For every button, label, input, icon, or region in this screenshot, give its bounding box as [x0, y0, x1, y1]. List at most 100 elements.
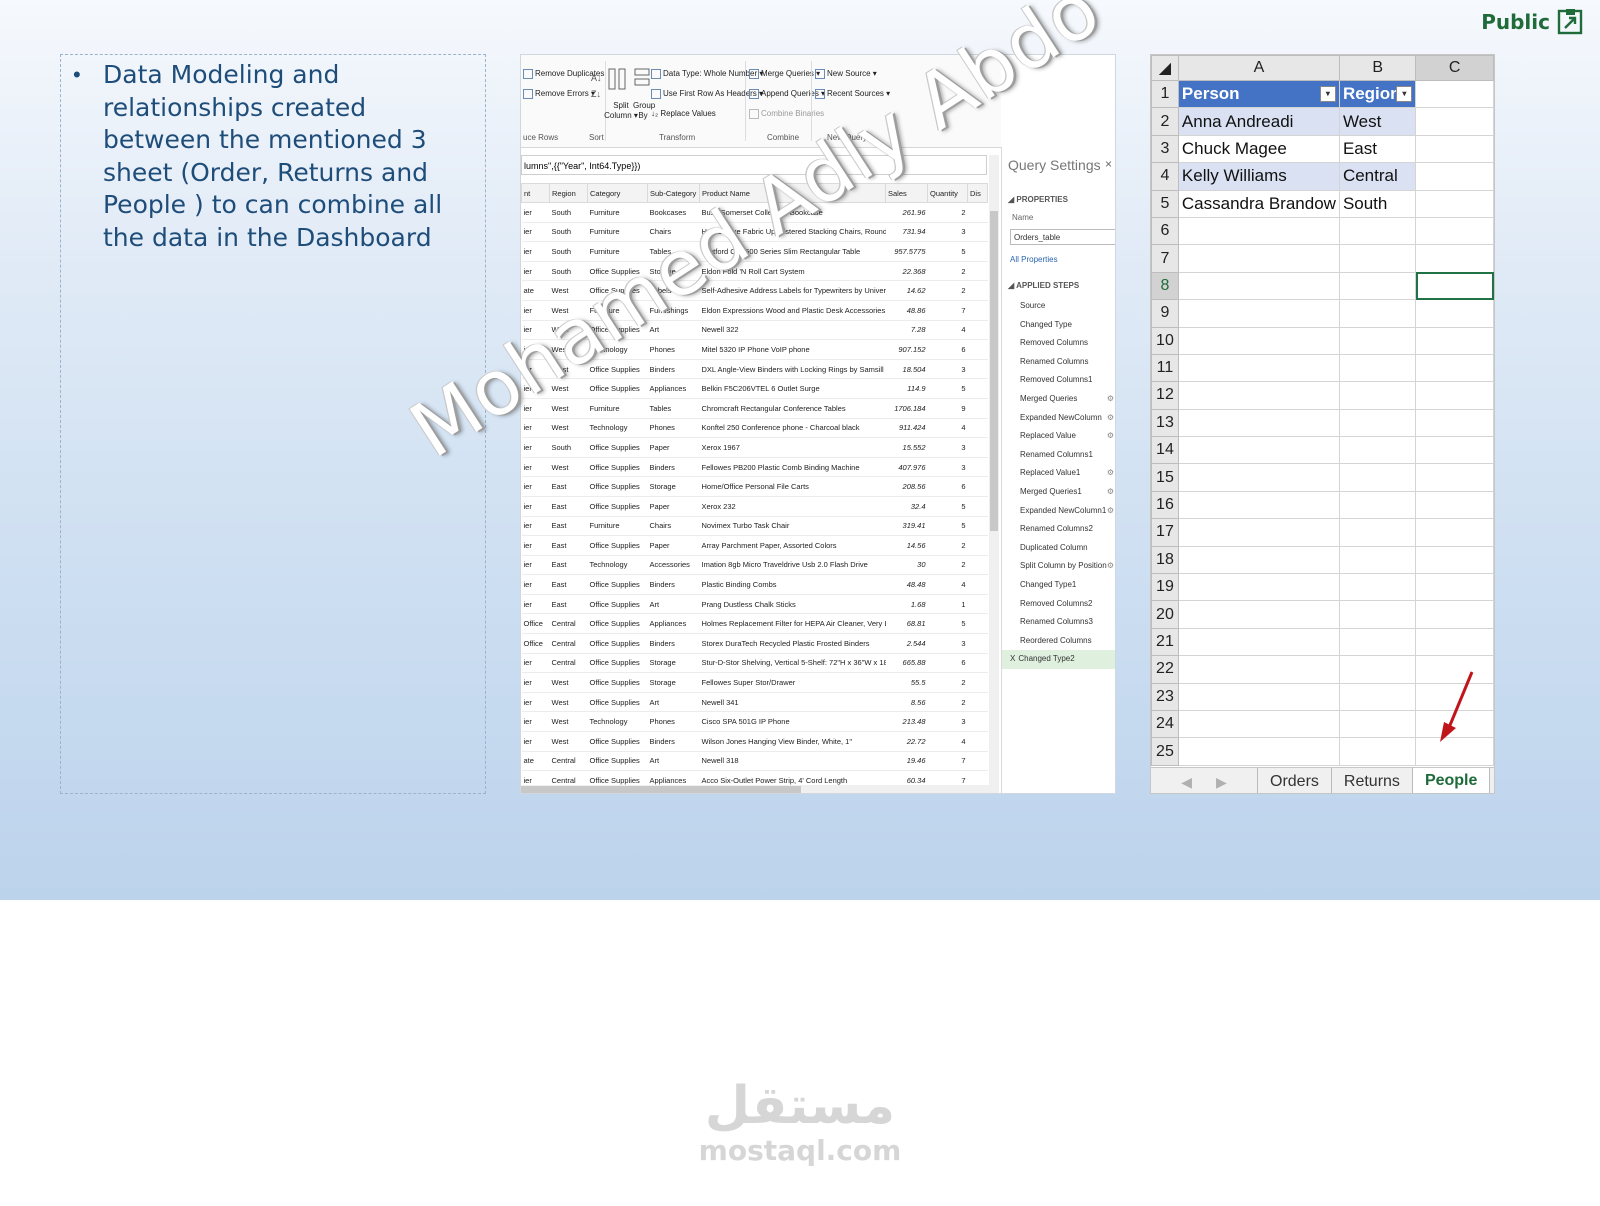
table-cell[interactable]: Binders	[647, 731, 700, 752]
table-cell[interactable]: Newell 318	[699, 751, 886, 772]
table-cell[interactable]: Office Supplies	[587, 672, 648, 693]
table-cell[interactable]: ate	[521, 751, 550, 772]
table-cell[interactable]: 14.62	[885, 280, 928, 301]
table-cell[interactable]: Array Parchment Paper, Assorted Colors	[699, 535, 886, 556]
table-cell[interactable]: 5	[927, 496, 968, 517]
sort-ascending-icon[interactable]: A↓	[591, 73, 602, 83]
applied-step[interactable]: Changed Type1	[1002, 576, 1115, 595]
table-cell[interactable]: East	[549, 476, 588, 497]
row-header[interactable]: 13	[1151, 408, 1179, 438]
gear-icon[interactable]: ⚙	[1107, 390, 1114, 409]
table-cell[interactable]: Office Supplies	[587, 692, 648, 713]
table-cell[interactable]: Fellowes Super Stor/Drawer	[699, 672, 886, 693]
cell[interactable]	[1177, 381, 1340, 410]
table-cell[interactable]	[967, 751, 988, 772]
scroll-left-icon[interactable]: ◀	[1181, 774, 1192, 791]
select-all-corner[interactable]: ◢	[1151, 55, 1179, 81]
close-icon[interactable]: ×	[1105, 157, 1112, 171]
table-cell[interactable]: 2	[927, 692, 968, 713]
cell[interactable]: Kelly Williams	[1177, 162, 1340, 191]
cell[interactable]	[1415, 573, 1494, 602]
cell[interactable]	[1177, 545, 1340, 575]
table-cell[interactable]	[967, 359, 988, 380]
cell[interactable]: South	[1338, 189, 1417, 218]
table-cell[interactable]: Art	[647, 751, 700, 772]
table-cell[interactable]: 3	[927, 359, 968, 380]
cell[interactable]	[1177, 655, 1340, 684]
table-cell[interactable]: ier	[521, 516, 550, 537]
row-header[interactable]: 15	[1151, 463, 1179, 492]
table-cell[interactable]: Central	[549, 751, 588, 772]
table-cell[interactable]: 9	[927, 398, 968, 419]
table-cell[interactable]: Central	[549, 633, 588, 654]
table-cell[interactable]: East	[549, 496, 588, 517]
applied-step[interactable]: Removed Columns	[1002, 334, 1115, 353]
table-cell[interactable]	[967, 300, 988, 321]
scroll-thumb[interactable]	[990, 211, 998, 531]
cell[interactable]	[1338, 299, 1417, 328]
cell[interactable]	[1177, 436, 1340, 465]
table-cell[interactable]: 6	[927, 476, 968, 497]
cell[interactable]	[1338, 463, 1417, 492]
cell[interactable]	[1415, 545, 1494, 575]
column-header-a[interactable]: A	[1177, 55, 1340, 81]
table-cell[interactable]: South	[549, 202, 588, 223]
table-cell[interactable]: Imation 8gb Micro Traveldrive Usb 2.0 Fl…	[699, 555, 886, 576]
table-cell[interactable]: Home/Office Personal File Carts	[699, 476, 886, 497]
gear-icon[interactable]: ⚙	[1107, 502, 1114, 521]
table-cell[interactable]: ier	[521, 241, 550, 262]
table-cell[interactable]	[967, 594, 988, 615]
applied-step[interactable]: X Changed Type2	[1002, 650, 1115, 669]
cell[interactable]	[1415, 627, 1494, 657]
row-header[interactable]: 17	[1151, 518, 1179, 547]
table-row[interactable]: ier East Office Supplies Paper Xerox 232 32.4…	[521, 496, 988, 517]
row-header[interactable]: 1	[1151, 79, 1179, 109]
cell[interactable]	[1415, 463, 1494, 492]
table-cell[interactable]: Novimex Turbo Task Chair	[699, 516, 886, 537]
table-cell[interactable]: 22.368	[885, 261, 928, 282]
cell[interactable]	[1415, 79, 1494, 109]
table-cell[interactable]: Office Supplies	[587, 457, 648, 478]
table-cell[interactable]: East	[549, 516, 588, 537]
applied-step[interactable]: Replaced Value ⚙	[1002, 427, 1115, 446]
applied-step[interactable]: Split Column by Position ⚙	[1002, 557, 1115, 576]
cell[interactable]	[1415, 134, 1494, 164]
cell[interactable]	[1177, 518, 1340, 547]
table-cell[interactable]: ier	[521, 496, 550, 517]
table-cell[interactable]: East	[549, 555, 588, 576]
first-row-headers-button[interactable]: Use First Row As Headers ▾	[651, 89, 763, 99]
table-row[interactable]: ate Central Office Supplies Art Newell 318 19…	[521, 751, 988, 772]
table-row[interactable]: ier East Technology Accessories Imation 8gb …	[521, 555, 988, 576]
row-header[interactable]: 7	[1151, 244, 1179, 273]
cell[interactable]	[1177, 353, 1340, 383]
table-cell[interactable]: Office Supplies	[587, 535, 648, 556]
table-cell[interactable]: ier	[521, 672, 550, 693]
cell[interactable]	[1177, 573, 1340, 602]
row-header[interactable]: 12	[1151, 381, 1179, 410]
applied-step[interactable]: Merged Queries1 ⚙	[1002, 483, 1115, 502]
table-cell[interactable]: Furniture	[587, 222, 648, 243]
table-cell[interactable]: Accessories	[647, 555, 700, 576]
table-cell[interactable]: ier	[521, 731, 550, 752]
row-header[interactable]: 3	[1151, 134, 1179, 164]
table-cell[interactable]: ier	[521, 202, 550, 223]
table-row[interactable]: ier Central Office Supplies Storage Stur-D-S…	[521, 653, 988, 674]
column-header-b[interactable]: B	[1338, 55, 1417, 81]
table-cell[interactable]: ier	[521, 555, 550, 576]
table-cell[interactable]: Technology	[587, 418, 648, 439]
applied-step[interactable]: Removed Columns1	[1002, 371, 1115, 390]
combine-binaries-button[interactable]: Combine Binaries	[749, 109, 824, 119]
table-cell[interactable]: 2.544	[885, 633, 928, 654]
table-cell[interactable]: ier	[521, 476, 550, 497]
table-cell[interactable]: Central	[549, 653, 588, 674]
table-cell[interactable]: 6	[927, 339, 968, 360]
table-cell[interactable]	[967, 378, 988, 399]
table-row[interactable]: ier West Technology Phones Cisco SPA 501G IP…	[521, 711, 988, 733]
table-cell[interactable]: 907.152	[885, 339, 928, 360]
table-cell[interactable]: Appliances	[647, 378, 700, 399]
table-cell[interactable]: 2	[927, 555, 968, 576]
cell[interactable]	[1338, 490, 1417, 520]
cell[interactable]	[1338, 381, 1417, 410]
table-row[interactable]: ier West Office Supplies Art Newell 341 8.56 2	[521, 692, 988, 713]
table-cell[interactable]	[967, 574, 988, 595]
